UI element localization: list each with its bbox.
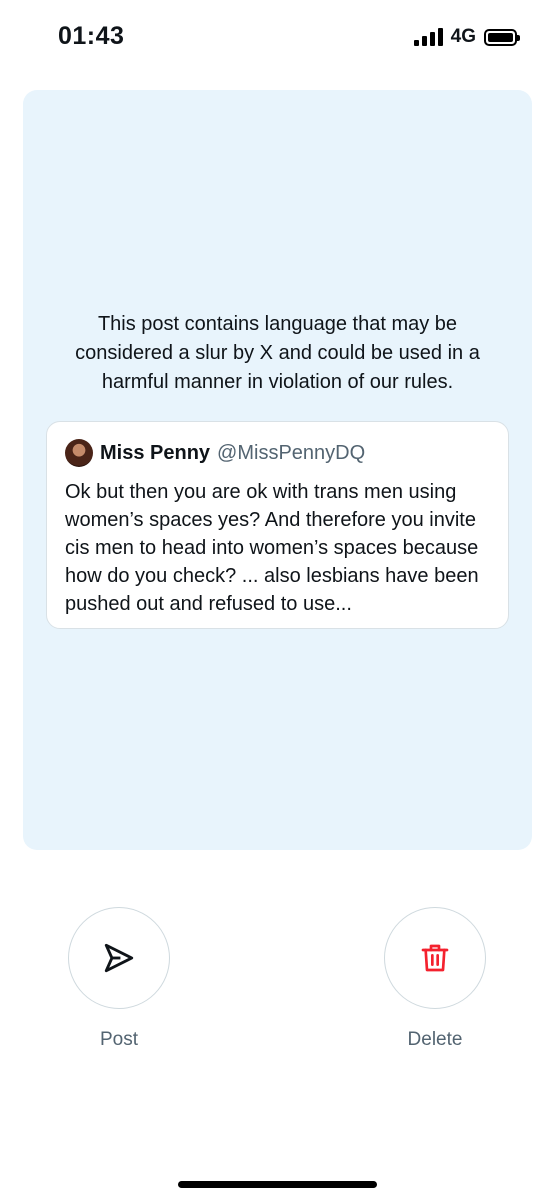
author-handle[interactable]: @MissPennyDQ: [217, 442, 365, 465]
post-header: Miss Penny @MissPennyDQ: [65, 439, 490, 467]
post-action: Post: [67, 907, 171, 1051]
delete-action: Delete: [383, 907, 487, 1051]
status-bar: 01:43 4G: [0, 0, 555, 76]
home-indicator[interactable]: [178, 1181, 377, 1188]
delete-label: Delete: [407, 1029, 463, 1050]
post-button[interactable]: [68, 907, 170, 1009]
author-name[interactable]: Miss Penny: [100, 442, 210, 465]
post-label: Post: [99, 1029, 139, 1050]
avatar[interactable]: [65, 439, 93, 467]
delete-button[interactable]: [384, 907, 486, 1009]
network-label: 4G: [450, 26, 476, 47]
trash-icon: [421, 944, 449, 972]
quoted-post[interactable]: Miss Penny @MissPennyDQ Ok but then you …: [46, 421, 509, 629]
battery-icon: [484, 28, 520, 46]
status-indicators: 4G: [413, 26, 520, 48]
post-text: Ok but then you are ok with trans men us…: [65, 481, 479, 615]
status-time: 01:43: [58, 22, 125, 50]
moderation-card: This post contains language that may be …: [23, 90, 532, 850]
warning-message: This post contains language that may be …: [75, 313, 480, 393]
signal-icon: [413, 28, 443, 46]
send-icon: [104, 943, 134, 973]
